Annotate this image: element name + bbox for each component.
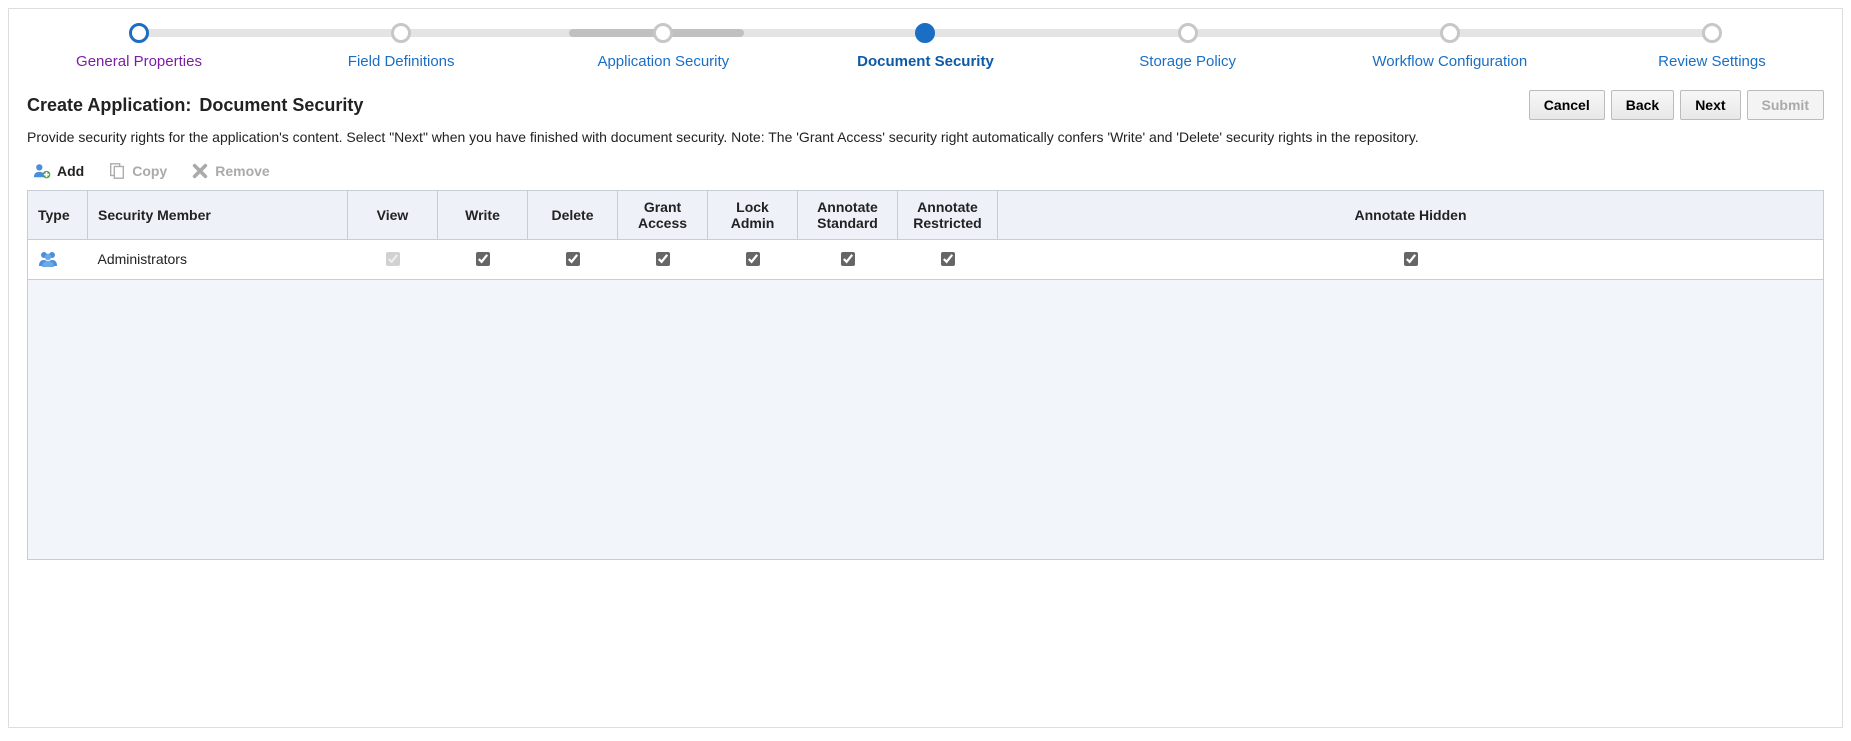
step-label: Field Definitions	[348, 53, 455, 70]
table-row[interactable]: Administrators	[28, 239, 1824, 279]
step-circle-icon	[1178, 23, 1198, 43]
step-label: Document Security	[857, 53, 994, 70]
step-circle-icon	[653, 23, 673, 43]
step-label: General Properties	[76, 53, 202, 70]
add-button[interactable]: Add	[33, 162, 84, 180]
cell-grant	[618, 239, 708, 279]
table-header-row: Type Security Member View Write Delete G…	[28, 190, 1824, 239]
add-label: Add	[57, 163, 84, 179]
page-description: Provide security rights for the applicat…	[9, 124, 1842, 156]
cancel-button[interactable]: Cancel	[1529, 90, 1605, 120]
action-buttons: Cancel Back Next Submit	[1529, 90, 1824, 120]
page-heading-title: Document Security	[199, 95, 363, 116]
col-ann-res: Annotate Restricted	[898, 190, 998, 239]
step-review-settings[interactable]: Review Settings	[1622, 23, 1802, 70]
cell-ann-res	[898, 239, 998, 279]
table-toolbar: Add Copy Remove	[9, 156, 1842, 190]
col-lock: Lock Admin	[708, 190, 798, 239]
step-circle-icon	[129, 23, 149, 43]
cell-ann-std	[798, 239, 898, 279]
page-heading-prefix: Create Application:	[27, 95, 191, 116]
step-field-definitions[interactable]: Field Definitions	[311, 23, 491, 70]
group-icon	[38, 255, 58, 271]
write-checkbox[interactable]	[476, 252, 490, 266]
step-circle-icon	[1440, 23, 1460, 43]
step-application-security[interactable]: Application Security	[573, 23, 753, 70]
table-empty-area	[28, 279, 1824, 559]
remove-label: Remove	[215, 163, 269, 179]
wizard-stepper: General Properties Field Definitions App…	[9, 9, 1842, 80]
remove-button: Remove	[191, 162, 269, 180]
col-grant: Grant Access	[618, 190, 708, 239]
next-button[interactable]: Next	[1680, 90, 1740, 120]
step-label: Storage Policy	[1139, 53, 1236, 70]
page-header: Create Application: Document Security Ca…	[9, 80, 1842, 124]
security-table-wrap: Type Security Member View Write Delete G…	[9, 190, 1842, 560]
lock-checkbox[interactable]	[746, 252, 760, 266]
col-delete: Delete	[528, 190, 618, 239]
view-checkbox	[386, 252, 400, 266]
cell-delete	[528, 239, 618, 279]
step-circle-icon	[391, 23, 411, 43]
cell-member: Administrators	[88, 239, 348, 279]
cell-ann-hid	[998, 239, 1824, 279]
step-label: Workflow Configuration	[1372, 53, 1527, 70]
annotate-hidden-checkbox[interactable]	[1404, 252, 1418, 266]
delete-checkbox[interactable]	[566, 252, 580, 266]
step-general-properties[interactable]: General Properties	[49, 23, 229, 70]
remove-icon	[191, 162, 209, 180]
cell-type	[28, 239, 88, 279]
cell-write	[438, 239, 528, 279]
back-button[interactable]: Back	[1611, 90, 1674, 120]
cell-view	[348, 239, 438, 279]
step-storage-policy[interactable]: Storage Policy	[1098, 23, 1278, 70]
app-wizard-page: General Properties Field Definitions App…	[8, 8, 1843, 728]
col-view: View	[348, 190, 438, 239]
col-ann-std: Annotate Standard	[798, 190, 898, 239]
add-user-icon	[33, 162, 51, 180]
step-workflow-configuration[interactable]: Workflow Configuration	[1360, 23, 1540, 70]
step-document-security[interactable]: Document Security	[835, 23, 1015, 70]
col-write: Write	[438, 190, 528, 239]
col-member: Security Member	[88, 190, 348, 239]
copy-icon	[108, 162, 126, 180]
col-ann-hid: Annotate Hidden	[998, 190, 1824, 239]
copy-button: Copy	[108, 162, 167, 180]
annotate-standard-checkbox[interactable]	[841, 252, 855, 266]
annotate-restricted-checkbox[interactable]	[941, 252, 955, 266]
security-table: Type Security Member View Write Delete G…	[27, 190, 1824, 560]
step-label: Application Security	[597, 53, 729, 70]
grant-checkbox[interactable]	[656, 252, 670, 266]
step-circle-icon	[1702, 23, 1722, 43]
copy-label: Copy	[132, 163, 167, 179]
col-type: Type	[28, 190, 88, 239]
submit-button: Submit	[1747, 90, 1824, 120]
step-label: Review Settings	[1658, 53, 1766, 70]
cell-lock	[708, 239, 798, 279]
step-circle-icon	[915, 23, 935, 43]
